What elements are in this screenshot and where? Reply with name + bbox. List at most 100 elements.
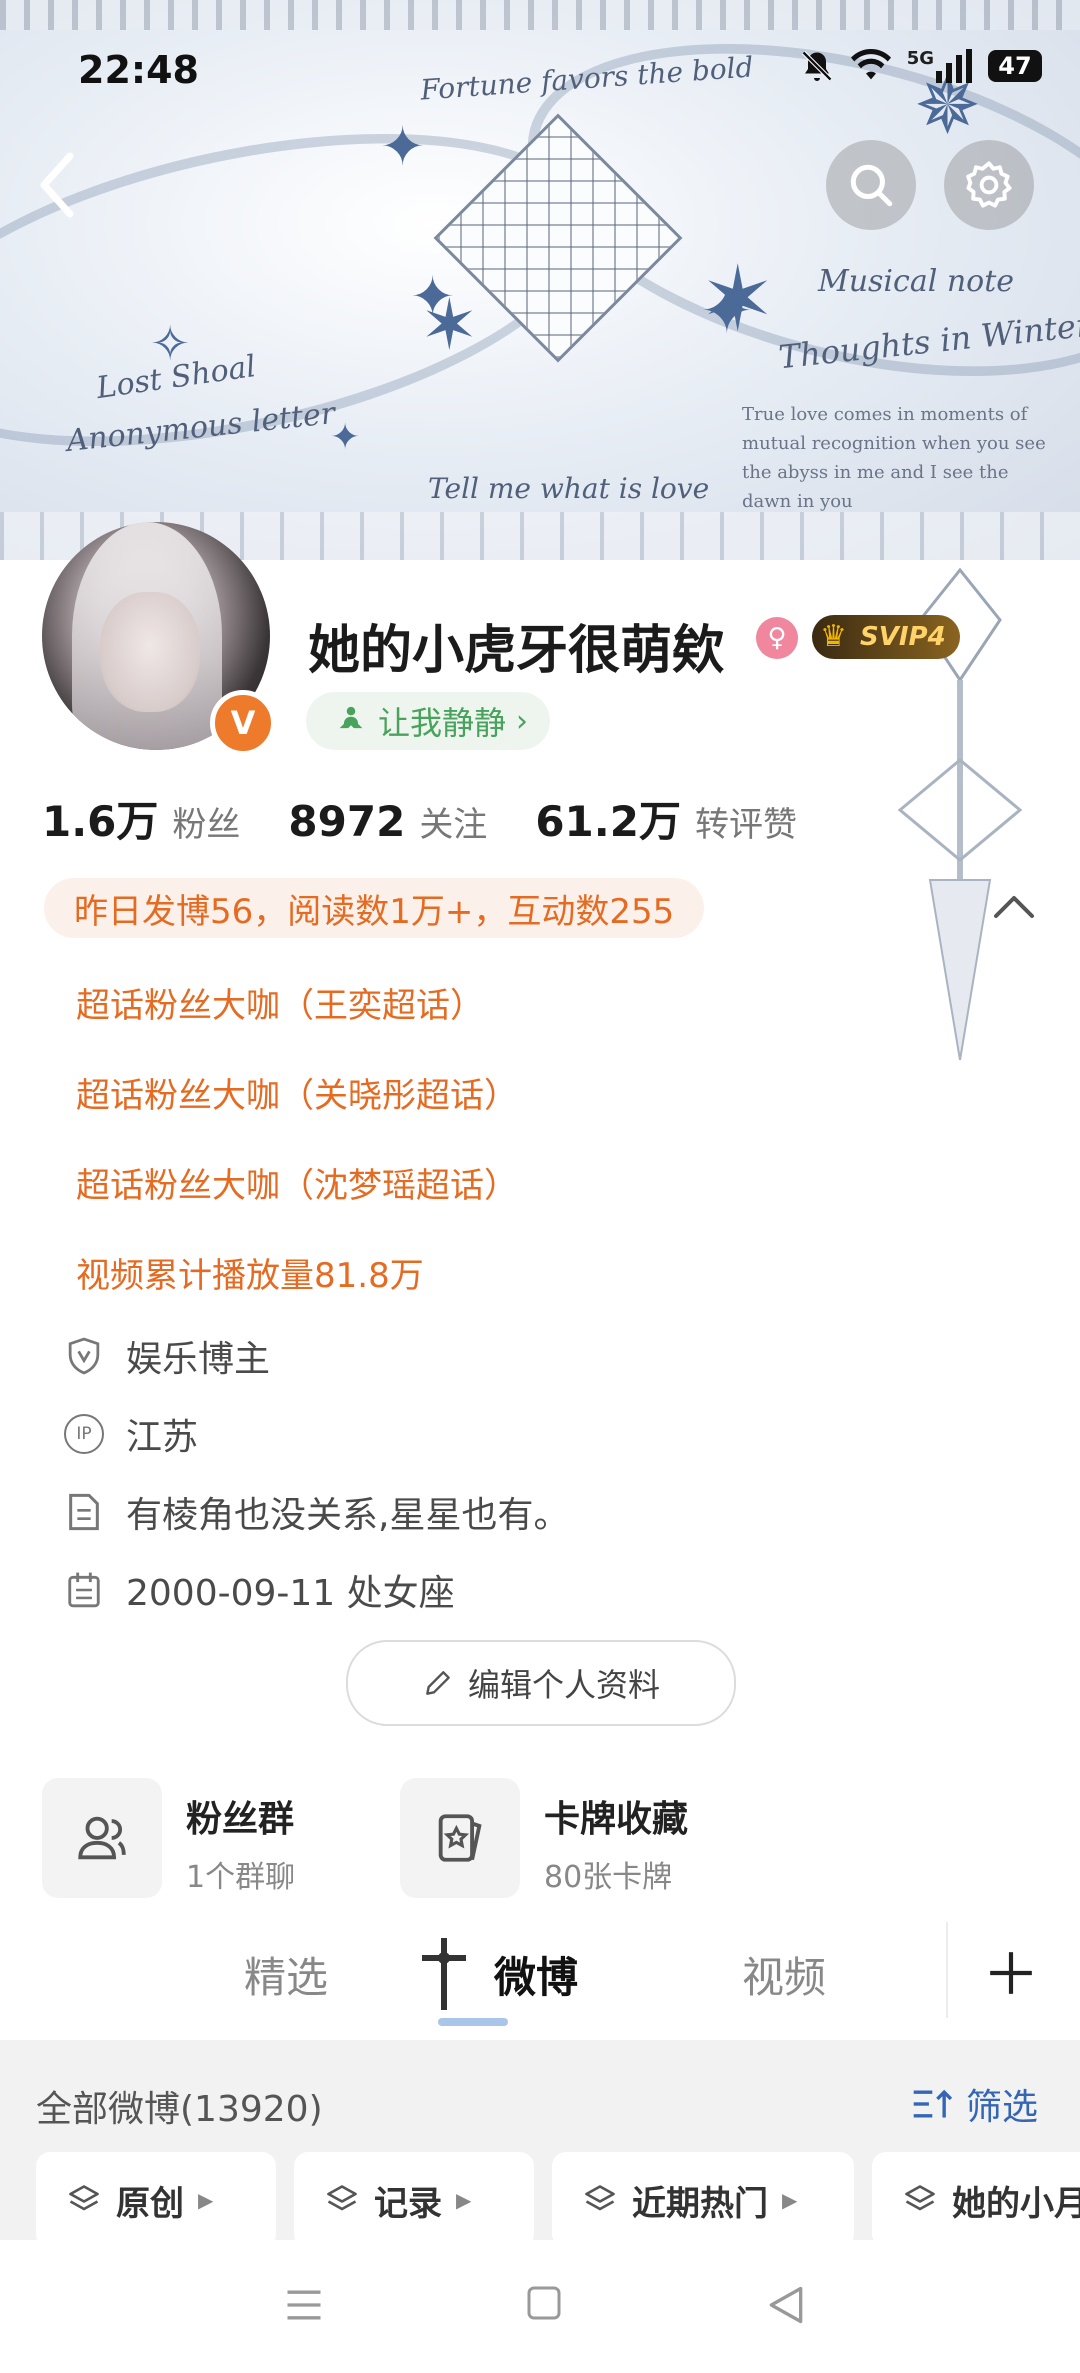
stats-row: 1.6万 粉丝 8972 关注 61.2万 转评赞 bbox=[42, 788, 797, 849]
mute-bell-icon bbox=[801, 50, 832, 82]
recents-button[interactable] bbox=[282, 2283, 326, 2331]
chip-label: 近期热门 bbox=[632, 2183, 768, 2224]
edit-profile-button[interactable]: 编辑个人资料 bbox=[346, 1640, 736, 1726]
location-row: IP 江苏 bbox=[64, 1408, 198, 1460]
chip-label: 记录 bbox=[374, 2183, 442, 2224]
filter-chip[interactable]: 近期热门 ▶ bbox=[552, 2152, 854, 2248]
wifi-icon bbox=[850, 49, 891, 80]
edit-profile-label: 编辑个人资料 bbox=[467, 1666, 660, 1704]
tab-video[interactable]: 视频 bbox=[742, 1944, 826, 2005]
verified-badge: V bbox=[210, 690, 276, 756]
menu-lines-icon bbox=[287, 2290, 321, 2320]
gear-icon bbox=[966, 161, 1012, 208]
username: 她的小虎牙很萌欸 bbox=[308, 621, 725, 681]
filter-chip[interactable]: 原创 ▶ bbox=[36, 2152, 276, 2248]
back-nav-button[interactable] bbox=[764, 2283, 808, 2331]
ip-location-icon: IP bbox=[64, 1414, 104, 1454]
filter-chip[interactable]: 记录 ▶ bbox=[294, 2152, 534, 2248]
layers-icon bbox=[327, 2185, 357, 2211]
signal-icon bbox=[936, 49, 972, 83]
female-gender-icon: ♀ bbox=[756, 617, 798, 659]
plus-icon bbox=[990, 1952, 1032, 1994]
banner-script-text: Tell me what is love bbox=[428, 472, 710, 505]
network-label: 5G bbox=[906, 47, 934, 69]
bio-text: 有棱角也没关系,星星也有。 bbox=[126, 1495, 570, 1536]
filter-button[interactable]: 筛选 bbox=[912, 2078, 1038, 2130]
active-tab-indicator bbox=[438, 2018, 508, 2026]
tab-weibo[interactable]: 微博 bbox=[494, 1944, 578, 2005]
layers-icon bbox=[585, 2185, 615, 2211]
home-button[interactable] bbox=[524, 2283, 564, 2327]
birthday-row: 2000-09-11 处女座 bbox=[64, 1564, 455, 1616]
meditation-person-icon bbox=[339, 706, 363, 729]
followers-stat[interactable]: 1.6万 粉丝 bbox=[42, 788, 240, 849]
category-text: 娱乐博主 bbox=[126, 1339, 271, 1380]
honor-item[interactable]: 超话粉丝大咖（沈梦瑶超话） bbox=[76, 1158, 518, 1207]
honor-item[interactable]: 超话粉丝大咖（关晓彤超话） bbox=[76, 1068, 518, 1117]
tab-divider bbox=[946, 1922, 948, 2018]
banner-paragraph: True love comes in moments of mutual rec… bbox=[742, 404, 1046, 512]
square-home-icon bbox=[527, 2286, 561, 2320]
shield-icon bbox=[64, 1336, 104, 1376]
back-button[interactable] bbox=[38, 150, 78, 224]
card-star-icon bbox=[438, 1814, 482, 1862]
banner-script-text: Musical note bbox=[818, 264, 1015, 299]
chevron-right-icon: › bbox=[516, 703, 529, 739]
chip-label: 她的小月 bbox=[952, 2183, 1080, 2224]
yesterday-summary[interactable]: 昨日发博56，阅读数1万+，互动数255 bbox=[44, 878, 705, 938]
status-chip[interactable]: 让我静静 › bbox=[306, 692, 551, 750]
svip-badge[interactable]: ♛ SVIP4 bbox=[812, 615, 960, 659]
following-stat[interactable]: 8972 关注 bbox=[288, 797, 487, 846]
layers-icon bbox=[905, 2185, 935, 2211]
stat-label: 关注 bbox=[419, 805, 488, 845]
stat-value: 61.2万 bbox=[535, 797, 681, 846]
banner-lace-top bbox=[0, 0, 1080, 30]
svip-label: SVIP4 bbox=[860, 622, 946, 652]
honor-item[interactable]: 视频累计播放量81.8万 bbox=[76, 1248, 424, 1297]
battery-indicator: 47 bbox=[988, 50, 1042, 82]
category-row: 娱乐博主 bbox=[64, 1330, 270, 1382]
birthday-text: 2000-09-11 处女座 bbox=[126, 1573, 455, 1614]
status-text: 让我静静 bbox=[378, 704, 507, 742]
star-icon: ✶ bbox=[420, 284, 479, 366]
caret-right-icon: ▶ bbox=[456, 2188, 472, 2212]
pencil-icon bbox=[426, 1671, 450, 1695]
filter-chip[interactable]: 她的小月 bbox=[872, 2152, 1080, 2248]
triangle-back-icon bbox=[769, 2286, 803, 2324]
chip-label: 原创 bbox=[116, 2183, 184, 2224]
collapse-button[interactable] bbox=[992, 892, 1036, 924]
back-icon bbox=[40, 152, 74, 218]
status-icons: 5G 47 bbox=[799, 48, 1042, 84]
caret-right-icon: ▶ bbox=[782, 2188, 798, 2212]
tab-featured[interactable]: 精选 bbox=[244, 1944, 328, 2005]
search-icon bbox=[850, 164, 893, 207]
card-subtitle: 80张卡牌 bbox=[544, 1860, 673, 1895]
stat-value: 8972 bbox=[288, 797, 406, 846]
document-icon bbox=[64, 1492, 104, 1532]
chevron-up-icon bbox=[994, 896, 1034, 918]
cross-ornament-icon bbox=[422, 1938, 466, 2010]
card-collection-card[interactable] bbox=[400, 1778, 520, 1898]
calendar-icon bbox=[64, 1570, 104, 1610]
layers-icon bbox=[69, 2185, 99, 2211]
filter-label: 筛选 bbox=[966, 2087, 1039, 2128]
card-title[interactable]: 卡牌收藏 bbox=[544, 1790, 688, 1842]
search-button[interactable] bbox=[826, 140, 916, 230]
settings-button[interactable] bbox=[944, 140, 1034, 230]
stat-label: 粉丝 bbox=[172, 805, 241, 845]
card-title[interactable]: 粉丝群 bbox=[186, 1790, 294, 1842]
group-users-icon bbox=[78, 1816, 126, 1860]
caret-right-icon: ▶ bbox=[198, 2188, 214, 2212]
star-icon: ✶ bbox=[700, 247, 776, 352]
stat-label: 转评赞 bbox=[694, 805, 797, 845]
honor-item[interactable]: 超话粉丝大咖（王奕超话） bbox=[76, 978, 484, 1027]
card-subtitle: 1个群聊 bbox=[186, 1860, 296, 1895]
bio-row: 有棱角也没关系,星星也有。 bbox=[64, 1486, 569, 1538]
status-time: 22:48 bbox=[78, 48, 199, 92]
fan-group-card[interactable] bbox=[42, 1778, 162, 1898]
interactions-stat[interactable]: 61.2万 转评赞 bbox=[535, 788, 797, 849]
filter-sort-icon bbox=[913, 2089, 953, 2118]
location-text: 江苏 bbox=[126, 1417, 199, 1458]
add-tab-button[interactable] bbox=[986, 1930, 1036, 2013]
stat-value: 1.6万 bbox=[42, 797, 159, 846]
